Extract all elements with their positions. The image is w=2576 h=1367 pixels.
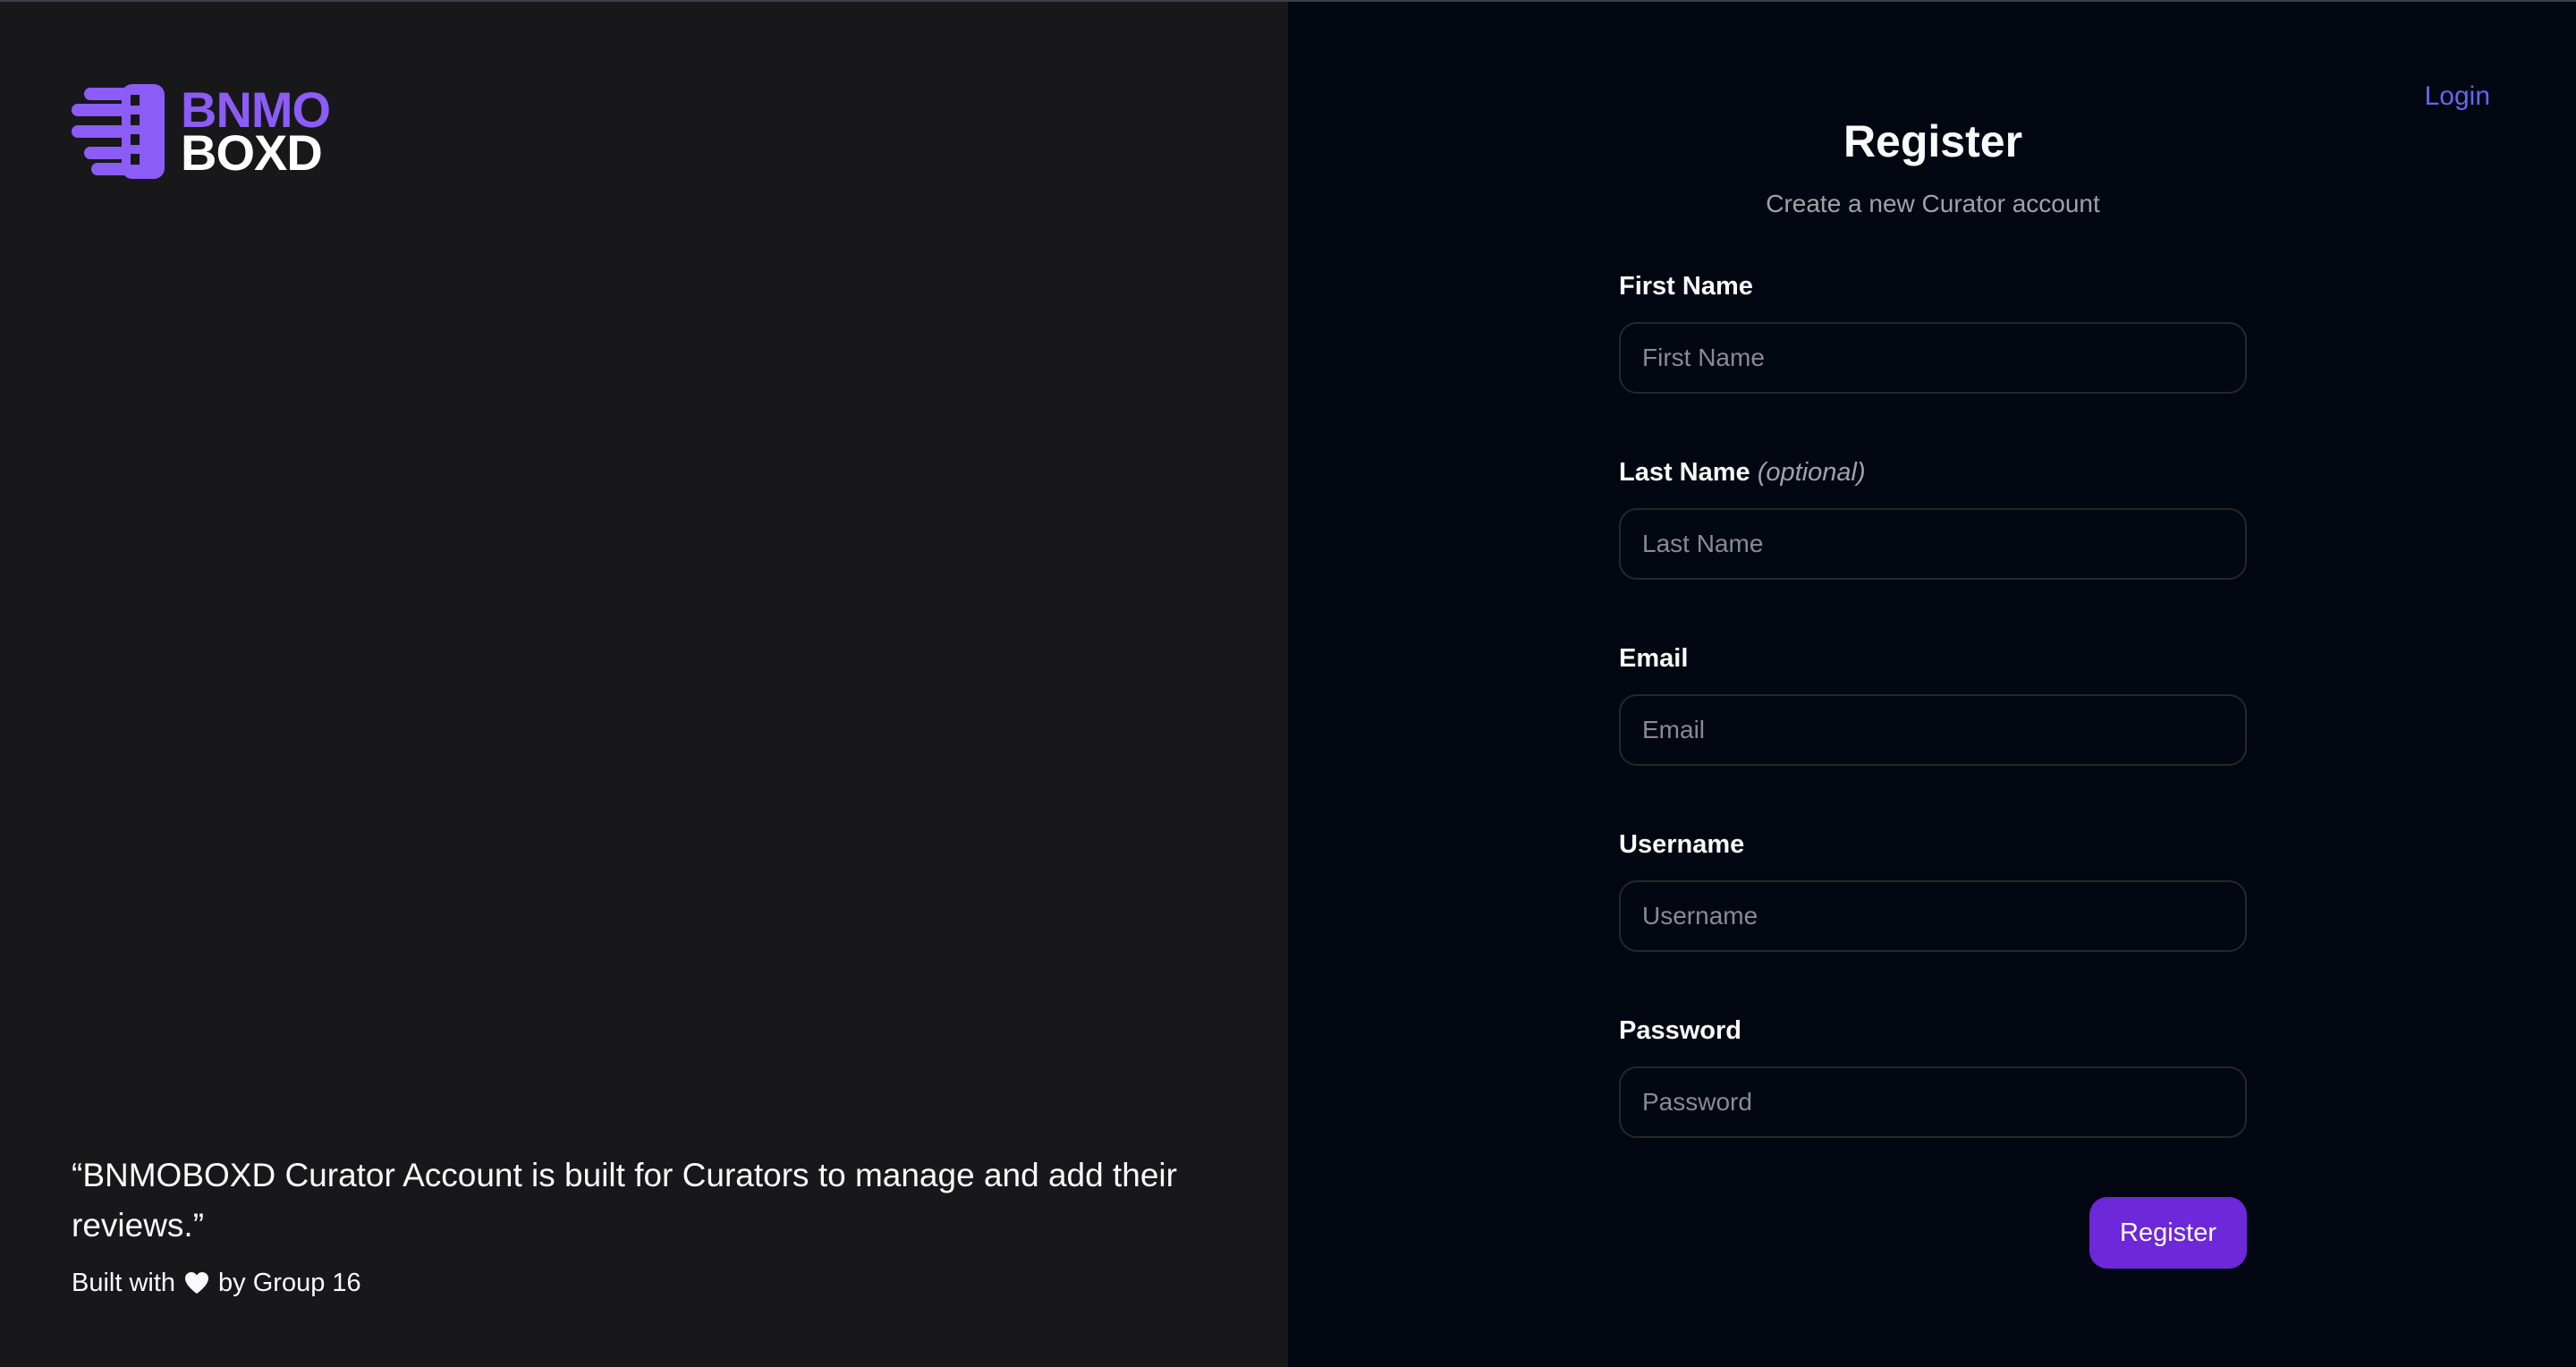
heart-icon [185, 1272, 209, 1294]
first-name-label-text: First Name [1619, 272, 1753, 301]
built-with-suffix: by Group 16 [218, 1269, 361, 1297]
email-label: Email [1619, 641, 2247, 676]
first-name-label: First Name [1619, 268, 2247, 304]
email-field: Email [1619, 641, 2247, 766]
film-strip-speed-icon [72, 84, 165, 179]
logo-wordmark: BNMO BOXD [181, 85, 331, 181]
last-name-label: Last Name (optional) [1619, 454, 2247, 490]
username-label: Username [1619, 827, 2247, 862]
last-name-input[interactable] [1619, 508, 2247, 580]
optional-hint: (optional) [1757, 458, 1866, 487]
password-label: Password [1619, 1013, 2247, 1049]
login-link[interactable]: Login [2425, 77, 2490, 116]
form-actions: Register [1619, 1197, 2247, 1269]
email-label-text: Email [1619, 644, 1689, 673]
logo-text-line2: BOXD [181, 124, 323, 181]
last-name-label-text: Last Name [1619, 458, 1750, 487]
logo[interactable]: BNMO BOXD [72, 84, 331, 181]
register-button[interactable]: Register [2089, 1197, 2247, 1269]
built-with-credit: Built with by Group 16 [72, 1263, 361, 1303]
password-field: Password [1619, 1013, 2247, 1138]
email-input[interactable] [1619, 694, 2247, 766]
username-field: Username [1619, 827, 2247, 952]
username-input[interactable] [1619, 880, 2247, 952]
brand-panel: BNMO BOXD “BNMOBOXD Curator Account is b… [0, 2, 1288, 1367]
username-label-text: Username [1619, 830, 1745, 859]
first-name-field: First Name [1619, 268, 2247, 394]
password-input[interactable] [1619, 1066, 2247, 1138]
password-label-text: Password [1619, 1016, 1741, 1045]
built-with-prefix: Built with [72, 1269, 176, 1297]
testimonial-quote: “BNMOBOXD Curator Account is built for C… [72, 1157, 1177, 1244]
page-title: Register [1843, 116, 2023, 166]
register-form: Register Create a new Curator account Fi… [1619, 109, 2247, 1269]
page-subtitle: Create a new Curator account [1766, 190, 2100, 217]
first-name-input[interactable] [1619, 322, 2247, 394]
last-name-field: Last Name (optional) [1619, 454, 2247, 580]
register-panel: Login Register Create a new Curator acco… [1288, 2, 2576, 1367]
